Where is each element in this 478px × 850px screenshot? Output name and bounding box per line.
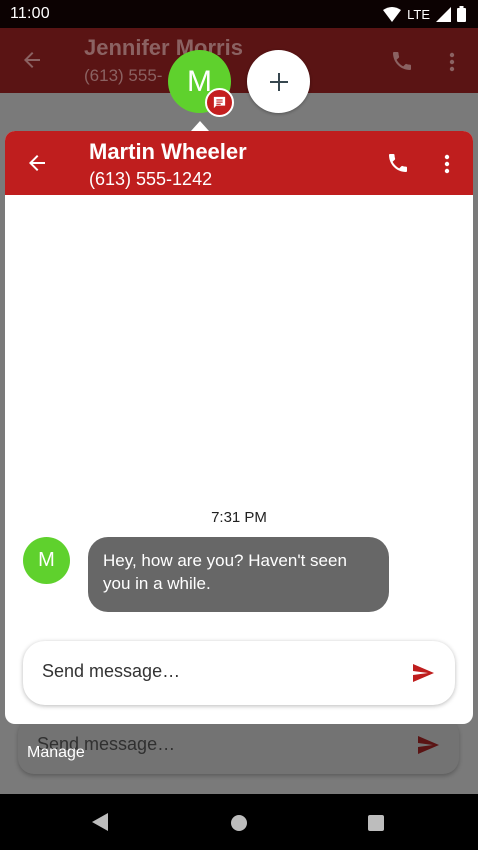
message-timestamp: 7:31 PM [211,509,267,526]
nav-recents-icon[interactable] [368,815,384,831]
back-arrow-icon[interactable] [25,151,49,175]
navigation-bar [0,794,478,850]
status-time: 11:00 [10,5,50,22]
add-bubble-button[interactable] [247,50,310,113]
back-arrow-icon [24,52,40,68]
chat-app-bar: Martin Wheeler (613) 555-1242 [5,131,473,195]
chat-bubble-window: Martin Wheeler (613) 555-1242 7:31 PM M … [5,131,473,724]
wifi-icon [383,6,402,22]
bubble-pointer [191,121,209,131]
phone-icon[interactable] [386,151,410,175]
status-bar: 11:00 LTE [0,0,478,28]
status-icons: LTE [383,5,466,23]
signal-icon [436,6,451,22]
more-vert-icon [449,52,455,72]
background-app-bar: Jennifer Morris (613) 555- [0,28,478,93]
send-icon[interactable] [409,661,437,685]
nav-back-icon[interactable] [92,813,108,831]
contact-phone: (613) 555-1242 [89,169,213,189]
incoming-message[interactable]: Hey, how are you? Haven't seen you in a … [88,537,389,612]
background-contact-phone: (613) 555- [84,66,163,85]
nav-home-icon[interactable] [231,815,247,831]
battery-icon [457,6,466,22]
more-vert-icon[interactable] [441,152,453,176]
send-icon [418,736,439,754]
manage-bubbles-button[interactable]: Manage [27,744,85,762]
add-icon [269,72,288,91]
contact-name: Martin Wheeler [89,139,247,164]
message-input[interactable] [42,661,402,682]
phone-icon [393,52,411,70]
avatar[interactable]: M [23,537,70,584]
message-badge-icon [205,88,234,117]
network-type: LTE [407,6,430,22]
compose-field [23,641,455,705]
